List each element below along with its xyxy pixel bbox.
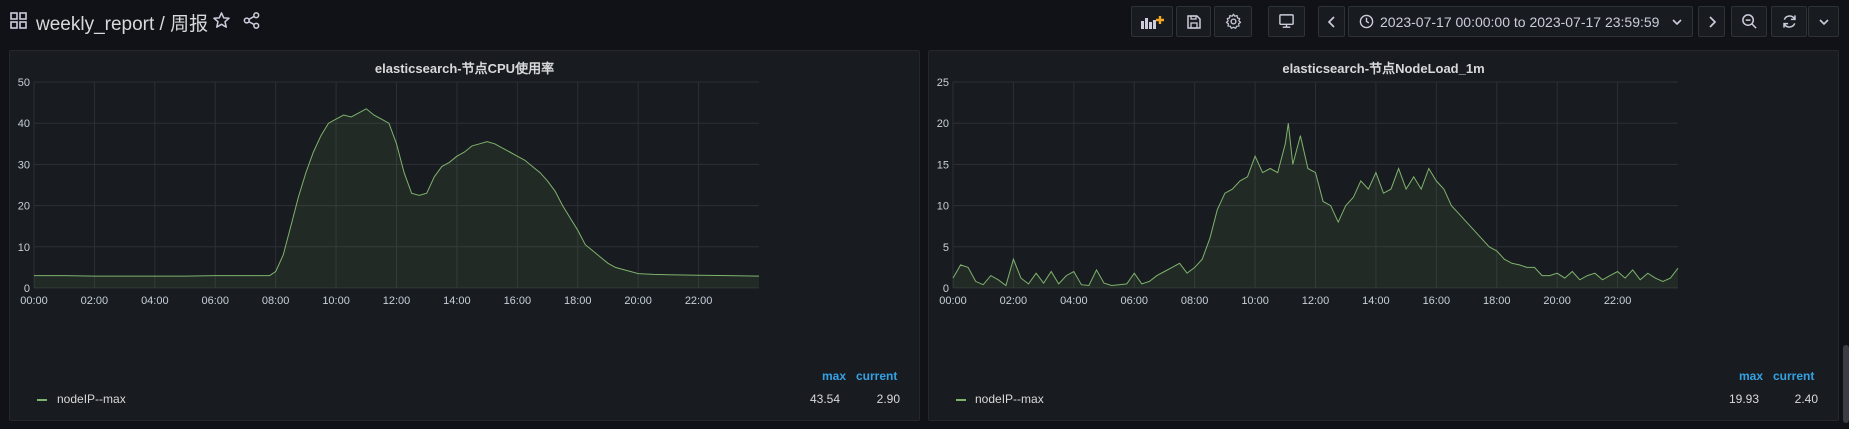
x-tick-label: 06:00 bbox=[1120, 295, 1148, 307]
dashboard-settings-button[interactable] bbox=[1214, 6, 1252, 37]
x-tick-label: 14:00 bbox=[1362, 295, 1390, 307]
x-tick-label: 16:00 bbox=[504, 295, 532, 307]
x-tick-label: 18:00 bbox=[1483, 295, 1511, 307]
y-tick-label: 20 bbox=[18, 201, 30, 213]
x-tick-label: 02:00 bbox=[81, 295, 109, 307]
x-tick-label: 12:00 bbox=[383, 295, 411, 307]
x-tick-label: 04:00 bbox=[141, 295, 169, 307]
x-tick-label: 14:00 bbox=[443, 295, 471, 307]
x-tick-label: 10:00 bbox=[322, 295, 350, 307]
monitor-icon bbox=[1279, 14, 1294, 28]
refresh-interval-dropdown[interactable] bbox=[1808, 6, 1839, 37]
y-tick-label: 10 bbox=[937, 201, 949, 213]
legend-max-value: 43.54 bbox=[809, 392, 840, 406]
y-tick-label: 40 bbox=[18, 118, 30, 130]
dashboard-title[interactable]: weekly_report / 周报 bbox=[36, 9, 208, 36]
share-icon[interactable] bbox=[242, 11, 261, 30]
x-tick-label: 20:00 bbox=[624, 295, 652, 307]
legend-current-value: 2.40 bbox=[1794, 392, 1818, 406]
dashboard-toolbar: weekly_report / 周报 2023-07-17 00:00:00 t… bbox=[0, 0, 1849, 42]
cpu-usage-chart[interactable]: 0 10 20 30 40 50 00:00 02:00 04:00 06:00 08:00 10:0… bbox=[10, 51, 921, 351]
gear-icon bbox=[1225, 13, 1241, 29]
apps-icon[interactable] bbox=[10, 12, 27, 29]
legend-header-max[interactable]: max bbox=[1739, 369, 1763, 383]
x-tick-label: 22:00 bbox=[1604, 295, 1632, 307]
time-range-forward-button[interactable] bbox=[1698, 6, 1725, 37]
zoom-out-button[interactable] bbox=[1731, 6, 1767, 37]
y-tick-label: 10 bbox=[18, 242, 30, 254]
legend-header-current[interactable]: current bbox=[1773, 369, 1814, 383]
legend-header-current[interactable]: current bbox=[856, 369, 897, 383]
legend-series-name[interactable]: nodeIP--max bbox=[57, 392, 126, 406]
add-panel-button[interactable] bbox=[1131, 6, 1173, 37]
x-tick-label: 10:00 bbox=[1241, 295, 1269, 307]
page-scrollbar[interactable] bbox=[1843, 345, 1849, 423]
chevron-down-icon bbox=[1818, 18, 1829, 25]
x-tick-label: 06:00 bbox=[201, 295, 229, 307]
legend-current-value: 2.90 bbox=[876, 392, 900, 406]
node-load-panel: elasticsearch-节点NodeLoad_1m 0 5 10 15 20 25 00… bbox=[928, 50, 1839, 421]
clock-icon bbox=[1359, 14, 1374, 29]
x-tick-label: 02:00 bbox=[1000, 295, 1028, 307]
legend-series-name[interactable]: nodeIP--max bbox=[975, 392, 1044, 406]
zoom-out-icon bbox=[1741, 14, 1757, 29]
y-tick-label: 25 bbox=[937, 77, 949, 89]
y-tick-label: 0 bbox=[943, 283, 949, 295]
chevron-right-icon bbox=[1708, 15, 1716, 28]
x-tick-label: 18:00 bbox=[564, 295, 592, 307]
legend-max-value: 19.93 bbox=[1728, 392, 1759, 406]
x-tick-label: 16:00 bbox=[1423, 295, 1451, 307]
refresh-button[interactable] bbox=[1771, 6, 1807, 37]
x-tick-label: 00:00 bbox=[939, 295, 967, 307]
y-tick-label: 20 bbox=[937, 118, 949, 130]
y-tick-label: 30 bbox=[18, 159, 30, 171]
x-tick-label: 12:00 bbox=[1302, 295, 1330, 307]
x-tick-label: 04:00 bbox=[1060, 295, 1088, 307]
time-range-picker[interactable]: 2023-07-17 00:00:00 to 2023-07-17 23:59:… bbox=[1348, 6, 1693, 37]
save-dashboard-button[interactable] bbox=[1176, 6, 1211, 37]
y-tick-label: 5 bbox=[943, 242, 949, 254]
refresh-icon bbox=[1782, 15, 1796, 28]
cpu-usage-panel: elasticsearch-节点CPU使用率 0 10 20 30 40 50 00:00 0… bbox=[9, 50, 920, 421]
add-panel-icon bbox=[1141, 15, 1164, 29]
node-load-chart[interactable]: 0 5 10 15 20 25 00:00 02:00 04:00 06:00 08:00 10:00… bbox=[929, 51, 1840, 351]
chevron-down-icon bbox=[1672, 19, 1682, 26]
x-tick-label: 08:00 bbox=[1181, 295, 1209, 307]
x-tick-label: 20:00 bbox=[1543, 295, 1571, 307]
y-tick-label: 0 bbox=[24, 283, 30, 295]
time-range-back-button[interactable] bbox=[1318, 6, 1345, 37]
cycle-view-mode-button[interactable] bbox=[1268, 6, 1305, 37]
legend-header-max[interactable]: max bbox=[822, 369, 846, 383]
time-range-text: 2023-07-17 00:00:00 to 2023-07-17 23:59:… bbox=[1380, 13, 1660, 30]
x-tick-label: 08:00 bbox=[262, 295, 290, 307]
save-icon bbox=[1186, 14, 1201, 29]
x-tick-label: 22:00 bbox=[685, 295, 713, 307]
x-tick-label: 00:00 bbox=[20, 295, 48, 307]
legend-series-swatch[interactable] bbox=[956, 399, 966, 401]
y-tick-label: 50 bbox=[18, 77, 30, 89]
chevron-left-icon bbox=[1327, 15, 1335, 28]
y-tick-label: 15 bbox=[937, 159, 949, 171]
star-icon[interactable] bbox=[212, 11, 231, 30]
legend-series-swatch[interactable] bbox=[37, 399, 47, 401]
